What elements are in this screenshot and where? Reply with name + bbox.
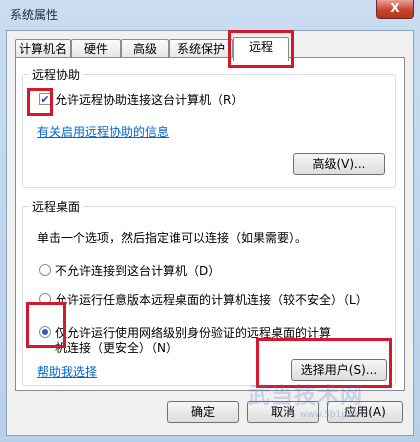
tab-remote[interactable]: 远程 — [233, 37, 289, 61]
nla-only-label-line2: 机连接（更安全）（N） — [55, 341, 178, 355]
remote-assistance-group: 远程协助 ✔ 允许远程协助连接这台计算机（R） 有关启用远程协助的信息 高级(V… — [22, 66, 396, 188]
advanced-button[interactable]: 高级(V)... — [293, 153, 385, 175]
ok-button[interactable]: 确定 — [167, 401, 239, 423]
watermark-text: 武当技术网 — [248, 384, 364, 409]
highlight-nla-radio — [26, 302, 66, 348]
remote-desktop-label: 远程桌面 — [29, 198, 84, 215]
dialog-window: 系统属性 X 计算机名 硬件 高级 系统保护 远程 远程协助 ✔ 允许远程协助连… — [0, 0, 420, 442]
window-title: 系统属性 — [10, 8, 59, 22]
help-me-choose-link[interactable]: 帮助我选择 — [37, 363, 97, 380]
no-connections-label: 不允许连接到这台计算机（D） — [55, 264, 221, 278]
tab-system-protection[interactable]: 系统保护 — [169, 39, 233, 58]
allow-remote-assistance-label: 允许远程协助连接这台计算机（R） — [55, 93, 244, 107]
watermark-url: www.5b1p.com — [300, 410, 370, 420]
highlight-allow-checkbox — [27, 88, 53, 116]
tab-computer-name[interactable]: 计算机名 — [15, 39, 71, 58]
allow-any-version-label: 允许运行任意版本远程桌面的计算机连接（较不安全）（L） — [55, 293, 368, 307]
remote-assistance-info-link[interactable]: 有关启用远程协助的信息 — [37, 123, 169, 140]
close-button[interactable]: X — [376, 0, 414, 19]
tab-advanced[interactable]: 高级 — [121, 39, 169, 58]
remote-assistance-label: 远程协助 — [29, 66, 84, 83]
tab-hardware[interactable]: 硬件 — [71, 39, 121, 58]
no-connections-radio[interactable] — [39, 264, 51, 276]
title-bar: 系统属性 X — [0, 0, 420, 30]
remote-desktop-instruction: 单击一个选项，然后指定谁可以连接（如果需要）。 — [37, 231, 308, 245]
